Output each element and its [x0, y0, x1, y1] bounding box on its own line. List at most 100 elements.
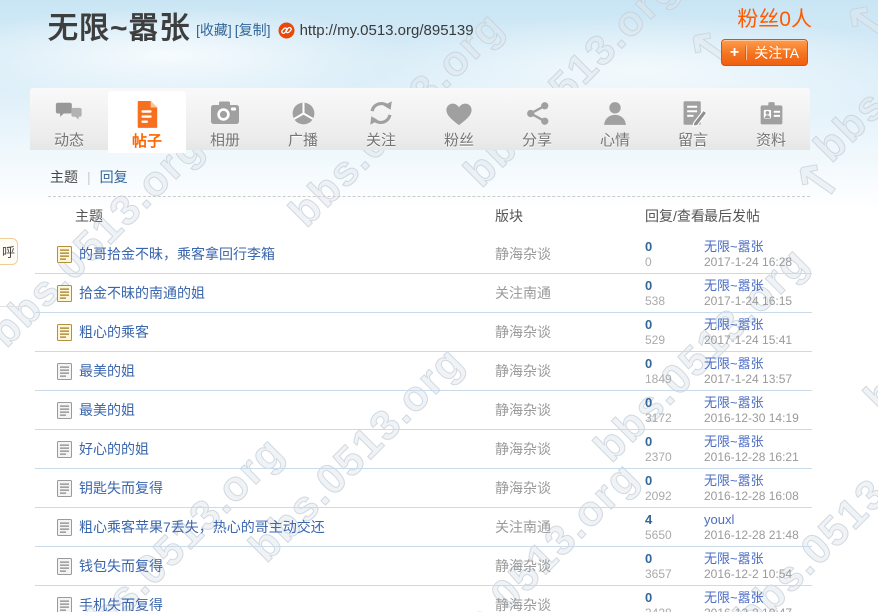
last-poster-link[interactable]: 无限~嚣张 — [704, 395, 812, 411]
plus-icon: + — [730, 45, 739, 61]
topic-link[interactable]: 粗心的乘客 — [79, 322, 149, 342]
view-count: 1849 — [645, 372, 704, 387]
last-poster-link[interactable]: 无限~嚣张 — [704, 317, 812, 333]
tab-bar: 动态 帖子 相册 广播 关注 粉丝 分享 心情 留言 资料 — [30, 88, 810, 150]
tab-following[interactable]: 关注 — [342, 88, 420, 150]
doc-gray-icon — [57, 363, 72, 380]
tab-label-share: 分享 — [522, 129, 552, 150]
topic-link[interactable]: 好心的的姐 — [79, 439, 149, 459]
last-post-time: 2016-12-28 21:48 — [704, 528, 812, 543]
last-post-time: 2016-12-2 10:54 — [704, 567, 812, 582]
forum-link[interactable]: 关注南通 — [495, 285, 551, 301]
view-count: 529 — [645, 333, 704, 348]
doc-gold-icon — [57, 324, 72, 341]
last-poster-link[interactable]: youxl — [704, 512, 812, 528]
forum-link[interactable]: 静海杂谈 — [495, 441, 551, 457]
id-card-icon — [757, 97, 786, 129]
call-side-widget[interactable]: 呼 — [0, 238, 18, 265]
last-post-time: 2017-1-24 15:41 — [704, 333, 812, 348]
topic-link[interactable]: 手机失而复得 — [79, 595, 163, 612]
last-poster-link[interactable]: 无限~嚣张 — [704, 551, 812, 567]
doc-gray-icon — [57, 597, 72, 612]
copy-link[interactable]: [复制] — [235, 20, 271, 40]
forum-link[interactable]: 静海杂谈 — [495, 480, 551, 496]
heart-icon — [444, 97, 474, 129]
reply-count: 0 — [645, 278, 704, 294]
tab-label-following: 关注 — [366, 129, 396, 150]
forum-link[interactable]: 静海杂谈 — [495, 597, 551, 612]
forum-link[interactable]: 关注南通 — [495, 519, 551, 535]
last-poster-link[interactable]: 无限~嚣张 — [704, 239, 812, 255]
last-post-time: 2016-12-28 16:21 — [704, 450, 812, 465]
topic-link[interactable]: 拾金不昧的南通的姐 — [79, 283, 205, 303]
reply-count: 0 — [645, 551, 704, 567]
forum-link[interactable]: 静海杂谈 — [495, 363, 551, 379]
topic-link[interactable]: 钥匙失而复得 — [79, 478, 163, 498]
last-poster-link[interactable]: 无限~嚣张 — [704, 473, 812, 489]
share-nodes-icon — [523, 97, 552, 129]
topic-link[interactable]: 钱包失而复得 — [79, 556, 163, 576]
tab-label-posts: 帖子 — [132, 130, 162, 151]
tab-messages[interactable]: 留言 — [654, 88, 732, 150]
tab-fans[interactable]: 粉丝 — [420, 88, 498, 150]
camera-icon — [209, 97, 241, 129]
view-count: 538 — [645, 294, 704, 309]
topic-link[interactable]: 最美的姐 — [79, 361, 135, 381]
tab-label-profile: 资料 — [756, 129, 786, 150]
tab-label-broadcast: 广播 — [288, 129, 318, 150]
view-count: 2370 — [645, 450, 704, 465]
chain-link-icon — [278, 22, 295, 39]
last-poster-link[interactable]: 无限~嚣张 — [704, 434, 812, 450]
doc-gray-icon — [57, 402, 72, 419]
table-body: 的哥拾金不昧，乘客拿回行李箱 静海杂谈 0 0 无限~嚣张 2017-1-24 … — [35, 235, 812, 612]
topic-link[interactable]: 的哥拾金不昧，乘客拿回行李箱 — [79, 244, 275, 264]
forum-link[interactable]: 静海杂谈 — [495, 246, 551, 262]
forum-link[interactable]: 静海杂谈 — [495, 402, 551, 418]
last-post-time: 2016-12-30 14:19 — [704, 411, 812, 426]
reply-count: 0 — [645, 356, 704, 372]
forum-link[interactable]: 静海杂谈 — [495, 324, 551, 340]
view-count: 5650 — [645, 528, 704, 543]
document-orange-icon — [134, 97, 160, 130]
view-count: 0 — [645, 255, 704, 270]
tab-label-dynamics: 动态 — [54, 129, 84, 150]
tab-mood[interactable]: 心情 — [576, 88, 654, 150]
last-poster-link[interactable]: 无限~嚣张 — [704, 278, 812, 294]
side-panel-divider — [0, 306, 27, 307]
view-count: 3172 — [645, 411, 704, 426]
tab-albums[interactable]: 相册 — [186, 88, 264, 150]
follow-button-label: 关注TA — [754, 43, 799, 63]
tab-share[interactable]: 分享 — [498, 88, 576, 150]
reply-count: 0 — [645, 473, 704, 489]
tab-profile[interactable]: 资料 — [732, 88, 810, 150]
tab-label-fans: 粉丝 — [444, 129, 474, 150]
topic-row: 拾金不昧的南通的姐 关注南通 0 538 无限~嚣张 2017-1-24 16:… — [35, 274, 812, 313]
profile-username: 无限~嚣张 — [48, 3, 191, 47]
globe-icon — [289, 97, 318, 129]
favorite-link[interactable]: [收藏] — [196, 20, 232, 40]
column-header-topic: 主题 — [35, 206, 495, 226]
topic-row: 粗心乘客苹果7丢失，热心的哥主动交还 关注南通 4 5650 youxl 201… — [35, 508, 812, 547]
topic-link[interactable]: 最美的姐 — [79, 400, 135, 420]
forum-link[interactable]: 静海杂谈 — [495, 558, 551, 574]
tab-label-albums: 相册 — [210, 129, 240, 150]
topic-row: 手机失而复得 静海杂谈 0 3428 无限~嚣张 2016-12-2 10:47 — [35, 586, 812, 612]
tab-dynamics[interactable]: 动态 — [30, 88, 108, 150]
last-poster-link[interactable]: 无限~嚣张 — [704, 590, 812, 606]
topic-link[interactable]: 粗心乘客苹果7丢失，热心的哥主动交还 — [79, 517, 325, 537]
note-pencil-icon — [679, 97, 708, 129]
profile-url: http://my.0513.org/895139 — [300, 22, 474, 39]
reply-count: 0 — [645, 239, 704, 255]
view-count: 3657 — [645, 567, 704, 582]
follow-button[interactable]: + 关注TA — [721, 39, 808, 66]
subnav-replies[interactable]: 回复 — [100, 167, 128, 187]
profile-meta: [收藏] [复制] http://my.0513.org/895139 — [196, 20, 474, 40]
tab-broadcast[interactable]: 广播 — [264, 88, 342, 150]
table-header-row: 主题 版块 回复/查看 最后发帖 — [35, 197, 812, 235]
topic-row: 钥匙失而复得 静海杂谈 0 2092 无限~嚣张 2016-12-28 16:0… — [35, 469, 812, 508]
subnav-topics[interactable]: 主题 — [50, 167, 78, 187]
last-poster-link[interactable]: 无限~嚣张 — [704, 356, 812, 372]
subnav: 主题 | 回复 — [50, 167, 812, 187]
tab-posts[interactable]: 帖子 — [108, 91, 186, 153]
button-divider — [746, 45, 747, 60]
